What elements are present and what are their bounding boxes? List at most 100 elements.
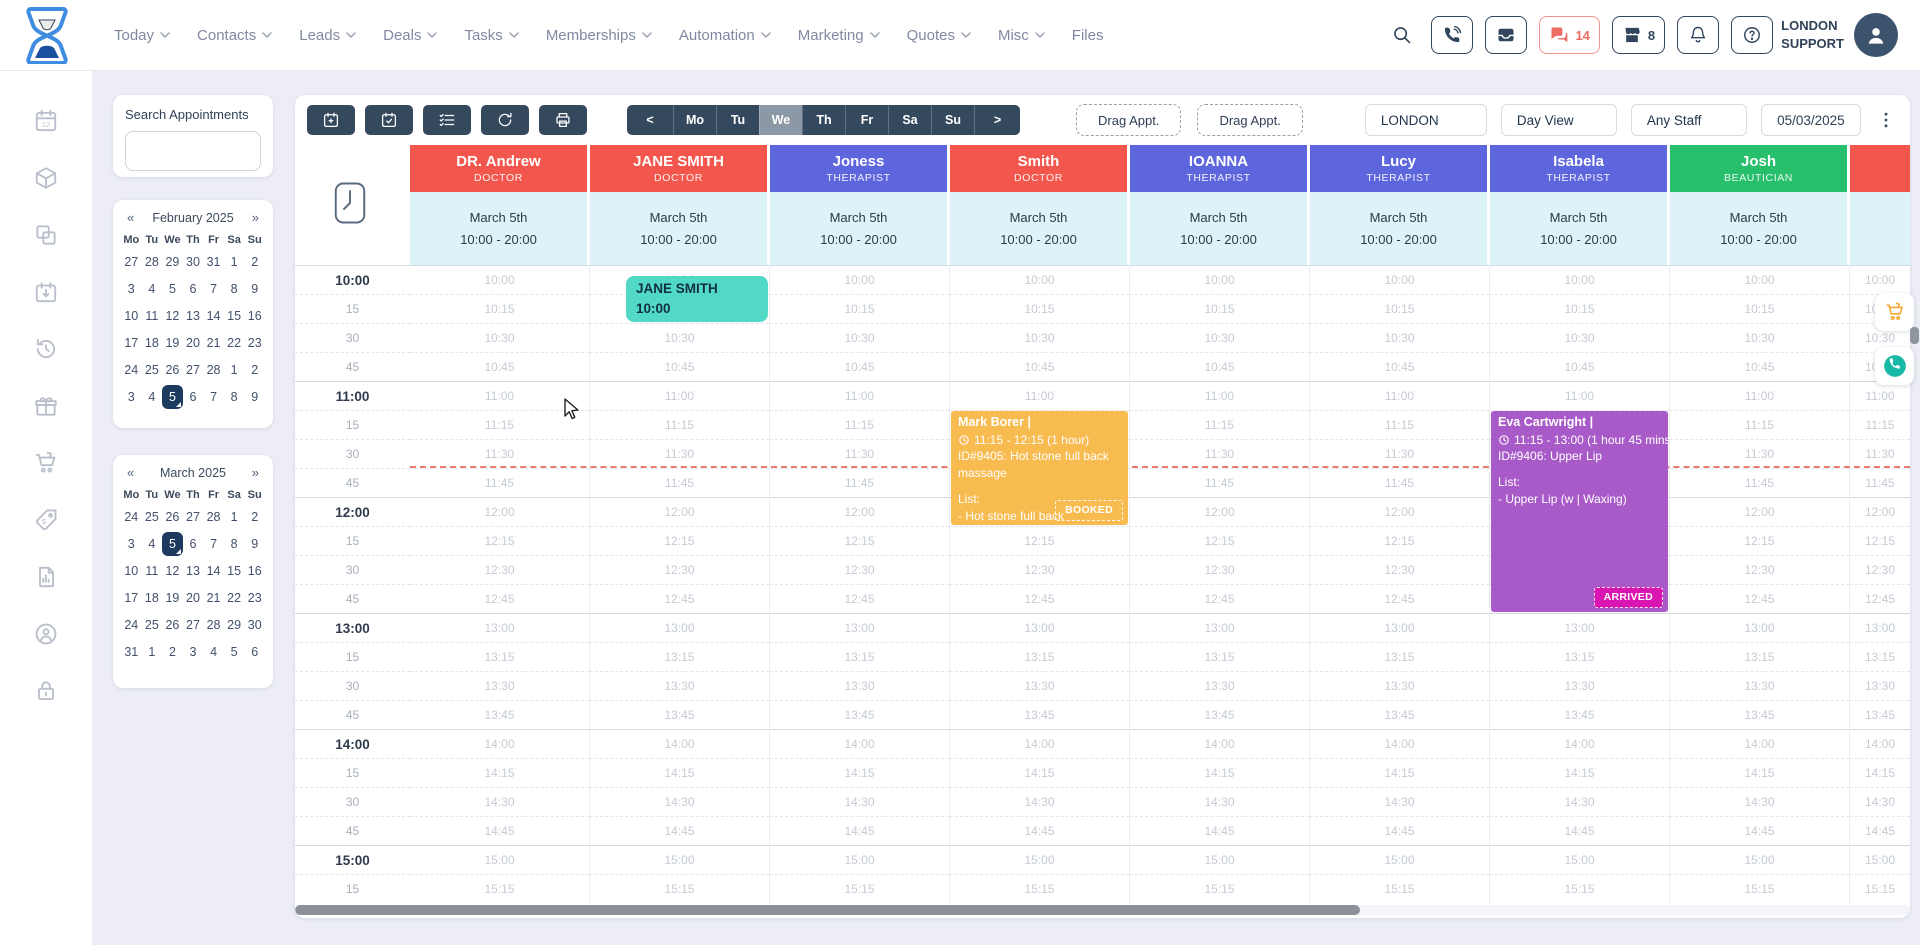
time-slot-cell[interactable]: 10:00 — [770, 265, 949, 294]
calendar-day[interactable]: 22 — [224, 585, 245, 612]
time-slot-cell[interactable]: 14:15 — [1310, 758, 1489, 787]
time-slot-cell[interactable]: 13:45 — [590, 700, 769, 729]
nav-item-deals[interactable]: Deals — [383, 27, 438, 44]
time-slot-cell[interactable]: 14:45 — [410, 816, 589, 845]
time-slot-cell[interactable]: 13:15 — [1670, 642, 1849, 671]
calendar-day[interactable]: 6 — [244, 639, 265, 666]
calendar-day[interactable]: 11 — [142, 558, 163, 585]
calendar-day[interactable]: 12 — [162, 558, 183, 585]
time-slot-cell[interactable]: 13:30 — [1130, 671, 1309, 700]
time-slot-cell[interactable]: 14:00 — [1130, 729, 1309, 758]
time-slot-cell[interactable]: 14:30 — [590, 787, 769, 816]
calendar-day[interactable]: 9 — [244, 276, 265, 303]
time-slot-cell[interactable]: 10:30 — [1490, 323, 1669, 352]
search-icon[interactable] — [1391, 24, 1413, 46]
time-slot-cell[interactable]: 11:45 — [1850, 468, 1910, 497]
sidebar-history[interactable] — [33, 336, 59, 362]
staff-name-header[interactable]: IOANNA THERAPIST — [1130, 145, 1310, 192]
time-slot-cell[interactable]: 12:00 — [1670, 497, 1849, 526]
more-options-icon[interactable] — [1876, 108, 1896, 132]
time-slot-cell[interactable]: 12:00 — [590, 497, 769, 526]
calendar-day[interactable]: 7 — [203, 384, 224, 411]
time-slot-cell[interactable]: 10:00 — [410, 265, 589, 294]
calendar-day[interactable]: 5 — [162, 276, 183, 303]
time-slot-cell[interactable]: 14:45 — [1670, 816, 1849, 845]
next-day-button[interactable]: > — [974, 105, 1020, 135]
sidebar-package[interactable] — [33, 165, 59, 191]
time-slot-cell[interactable]: 13:15 — [1490, 642, 1669, 671]
time-slot-cell[interactable]: 10:30 — [1310, 323, 1489, 352]
time-slot-cell[interactable]: 14:15 — [1130, 758, 1309, 787]
time-slot-cell[interactable]: 11:45 — [590, 468, 769, 497]
time-slot-cell[interactable]: 13:00 — [1490, 613, 1669, 642]
time-slot-cell[interactable]: 14:30 — [410, 787, 589, 816]
time-slot-cell[interactable]: 11:00 — [1130, 381, 1309, 410]
calendar-day[interactable]: 24 — [121, 504, 142, 531]
calendar-day[interactable]: 2 — [244, 357, 265, 384]
time-slot-cell[interactable]: 13:00 — [590, 613, 769, 642]
time-slot-cell[interactable]: 15:00 — [950, 845, 1129, 874]
time-slot-cell[interactable]: 10:15 — [1310, 294, 1489, 323]
calendar-day[interactable]: 21 — [203, 585, 224, 612]
calendar-day[interactable]: 15 — [224, 303, 245, 330]
time-slot-cell[interactable]: 14:45 — [1310, 816, 1489, 845]
time-slot-cell[interactable]: 13:45 — [770, 700, 949, 729]
bell-button[interactable] — [1677, 16, 1720, 54]
time-slot-cell[interactable]: 10:30 — [1670, 323, 1849, 352]
time-slot-cell[interactable]: 15:00 — [1670, 845, 1849, 874]
time-slot-cell[interactable]: 12:30 — [770, 555, 949, 584]
time-slot-cell[interactable]: 13:15 — [1850, 642, 1910, 671]
time-slot-cell[interactable]: 14:15 — [770, 758, 949, 787]
time-slot-cell[interactable]: 12:30 — [590, 555, 769, 584]
time-slot-cell[interactable]: 12:30 — [1310, 555, 1489, 584]
calendar-day[interactable]: 19 — [162, 585, 183, 612]
time-slot-cell[interactable]: 11:45 — [770, 468, 949, 497]
calendar-day[interactable]: 13 — [183, 303, 204, 330]
inbox-button[interactable] — [1485, 16, 1528, 54]
time-slot-cell[interactable]: 13:00 — [770, 613, 949, 642]
time-slot-cell[interactable]: 13:30 — [1310, 671, 1489, 700]
location-select[interactable]: LONDON — [1364, 104, 1487, 136]
time-slot-cell[interactable]: 13:45 — [410, 700, 589, 729]
time-slot-cell[interactable]: 14:30 — [950, 787, 1129, 816]
time-slot-cell[interactable]: 12:00 — [410, 497, 589, 526]
calendar-day[interactable]: 20 — [183, 330, 204, 357]
calendar-day[interactable]: 28 — [203, 612, 224, 639]
time-slot-cell[interactable]: 13:45 — [1310, 700, 1489, 729]
day-tab-we[interactable]: We — [759, 105, 802, 135]
phone-float-button[interactable] — [1875, 347, 1914, 385]
time-slot-cell[interactable]: 11:00 — [1850, 381, 1910, 410]
time-slot-cell[interactable]: 13:15 — [1130, 642, 1309, 671]
refresh-button[interactable] — [481, 105, 529, 135]
sidebar-calendar-import[interactable] — [33, 279, 59, 305]
time-slot-cell[interactable]: 12:15 — [770, 526, 949, 555]
time-slot-cell[interactable]: 14:00 — [590, 729, 769, 758]
time-slot-cell[interactable]: 13:00 — [1130, 613, 1309, 642]
time-slot-cell[interactable]: 14:15 — [1670, 758, 1849, 787]
time-slot-cell[interactable]: 14:00 — [1850, 729, 1910, 758]
time-slot-cell[interactable]: 10:45 — [770, 352, 949, 381]
time-slot-cell[interactable]: 11:30 — [410, 439, 589, 468]
day-tab-tu[interactable]: Tu — [716, 105, 759, 135]
calendar-day[interactable]: 1 — [142, 639, 163, 666]
calendar-day[interactable]: 17 — [121, 585, 142, 612]
time-slot-cell[interactable]: 13:30 — [1670, 671, 1849, 700]
time-slot-cell[interactable]: 14:45 — [590, 816, 769, 845]
time-slot-cell[interactable]: 12:45 — [770, 584, 949, 613]
time-slot-cell[interactable]: 12:45 — [1670, 584, 1849, 613]
sidebar-account[interactable] — [33, 621, 59, 647]
calendar-day[interactable]: 19 — [162, 330, 183, 357]
sidebar-price-tag[interactable]: $ — [33, 507, 59, 533]
time-slot-cell[interactable]: 13:45 — [1850, 700, 1910, 729]
time-slot-cell[interactable]: 14:00 — [410, 729, 589, 758]
time-slot-cell[interactable]: 10:45 — [1490, 352, 1669, 381]
print-button[interactable] — [539, 105, 587, 135]
nav-item-misc[interactable]: Misc — [998, 27, 1045, 44]
time-slot-cell[interactable]: 11:15 — [410, 410, 589, 439]
time-slot-cell[interactable]: 15:00 — [1130, 845, 1309, 874]
time-slot-cell[interactable]: 14:15 — [1850, 758, 1910, 787]
time-slot-cell[interactable]: 11:15 — [1670, 410, 1849, 439]
time-slot-cell[interactable]: 13:00 — [1310, 613, 1489, 642]
nav-item-contacts[interactable]: Contacts — [197, 27, 272, 44]
staff-select[interactable]: Any Staff — [1630, 104, 1747, 136]
